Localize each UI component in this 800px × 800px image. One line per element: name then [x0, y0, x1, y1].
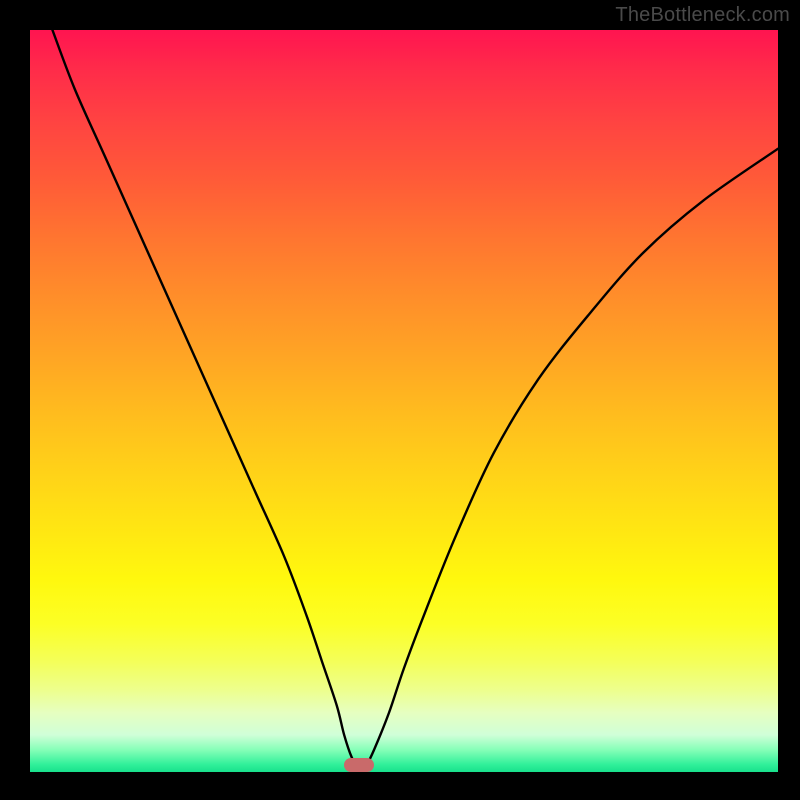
watermark-text: TheBottleneck.com [615, 4, 790, 27]
chart-plot-area [30, 30, 778, 772]
optimal-marker [344, 758, 374, 772]
bottleneck-curve [30, 30, 778, 772]
